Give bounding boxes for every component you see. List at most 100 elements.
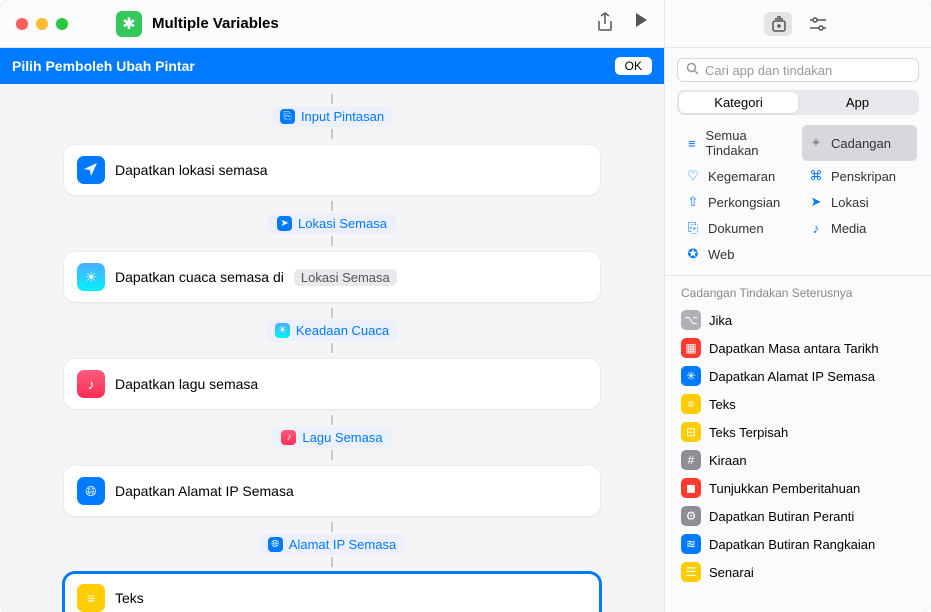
titlebar: ✱ Multiple Variables <box>0 0 664 48</box>
category-icon: ⎘ <box>685 220 701 236</box>
category-label: Lokasi <box>831 195 869 210</box>
action-text[interactable]: ≡ Teks Teks <box>64 573 600 612</box>
category-label: Kegemaran <box>708 169 775 184</box>
suggestion-icon: ⚙ <box>681 506 701 526</box>
suggestion-item[interactable]: ☰Senarai <box>675 558 921 586</box>
suggestion-item[interactable]: ⊟Teks Terpisah <box>675 418 921 446</box>
suggestion-item[interactable]: ⚙Dapatkan Butiran Peranti <box>675 502 921 530</box>
segment-control[interactable]: Kategori App <box>677 90 919 115</box>
suggestion-icon: ▦ <box>681 338 701 358</box>
window-title: Multiple Variables <box>152 15 279 32</box>
pill-label: Lagu Semasa <box>302 430 382 445</box>
category-icon: ≡ <box>685 136 699 151</box>
pill-label: Lokasi Semasa <box>298 216 387 231</box>
globe-icon: 🌐︎ <box>77 477 105 505</box>
action-label: Teks <box>115 590 144 606</box>
suggestion-label: Senarai <box>709 565 754 580</box>
suggestion-item[interactable]: ▦ Dapatkan Masa antara Tarikh <box>675 334 921 362</box>
search-input[interactable]: Cari app dan tindakan <box>677 58 919 82</box>
search-placeholder: Cari app dan tindakan <box>705 63 832 78</box>
suggestion-label: Dapatkan Alamat IP Semasa <box>709 369 875 384</box>
ok-button[interactable]: OK <box>615 57 652 75</box>
category-item[interactable]: ➤ Lokasi <box>802 191 917 213</box>
suggestion-item[interactable]: ✳ Dapatkan Alamat IP Semasa <box>675 362 921 390</box>
suggestion-icon: ≋ <box>681 534 701 554</box>
action-get-ip[interactable]: 🌐︎ Dapatkan Alamat IP Semasa <box>64 466 600 516</box>
categories-grid: ≡ Semua Tindakan ✦ Cadangan ♡Kegemaran ⌘ Pensk… <box>665 125 931 275</box>
category-item[interactable]: ⌘ Penskripan <box>802 165 917 187</box>
action-label: Dapatkan lagu semasa <box>115 376 258 392</box>
category-label: Semua Tindakan <box>706 128 788 158</box>
variable-pill-weather[interactable]: ☀ Keadaan Cuaca <box>266 320 398 341</box>
variable-pill-location[interactable]: ➤ Lokasi Semasa <box>268 213 396 234</box>
suggestion-label: Dapatkan Butiran Rangkaian <box>709 537 875 552</box>
suggestion-icon: ◼ <box>681 478 701 498</box>
variable-pill-ip[interactable]: 🌐︎ Alamat IP Semasa <box>259 534 405 555</box>
category-label: Web <box>708 247 735 262</box>
pill-label: Keadaan Cuaca <box>296 323 389 338</box>
category-icon: ♪ <box>808 221 824 236</box>
suggestion-item[interactable]: ≋ Dapatkan Butiran Rangkaian <box>675 530 921 558</box>
shortcut-app-icon: ✱ <box>116 11 142 37</box>
category-icon: ✦ <box>808 135 824 151</box>
category-item[interactable]: ⇧ Perkongsian <box>679 191 794 213</box>
suggestion-label: Teks <box>709 397 736 412</box>
category-label: Perkongsian <box>708 195 780 210</box>
action-get-location[interactable]: Dapatkan lokasi semasa <box>64 145 600 195</box>
variable-selection-bar: Pilih Pemboleh Ubah Pintar OK <box>0 48 664 84</box>
location-icon <box>77 156 105 184</box>
music-icon: ♪ <box>77 370 105 398</box>
suggestions-header: Cadangan Tindakan Seterusnya <box>665 275 931 306</box>
variable-bar-title: Pilih Pemboleh Ubah Pintar <box>12 58 195 74</box>
pill-label: Input Pintasan <box>301 109 384 124</box>
suggestion-icon: # <box>681 450 701 470</box>
variable-pill-input[interactable]: ⎘ Input Pintasan <box>271 106 393 127</box>
settings-tab-button[interactable] <box>804 12 832 36</box>
fullscreen-window-button[interactable] <box>56 18 68 30</box>
suggestion-label: Kiraan <box>709 453 747 468</box>
category-item[interactable]: ⎘ Dokumen <box>679 217 794 239</box>
variable-token-location[interactable]: Lokasi Semasa <box>294 269 397 286</box>
category-label: Penskripan <box>831 169 896 184</box>
run-button[interactable] <box>634 12 648 35</box>
minimize-window-button[interactable] <box>36 18 48 30</box>
share-button[interactable] <box>596 12 614 35</box>
category-item[interactable]: ♡Kegemaran <box>679 165 794 187</box>
action-label: Dapatkan Alamat IP Semasa <box>115 483 294 499</box>
variable-pill-song[interactable]: ♪ Lagu Semasa <box>272 427 391 448</box>
segment-app[interactable]: App <box>798 92 917 113</box>
category-label: Cadangan <box>831 136 891 151</box>
globe-small-icon: 🌐︎ <box>268 537 283 552</box>
workflow-canvas[interactable]: ⎘ Input Pintasan Dapatkan lokasi semasa … <box>0 84 664 612</box>
shortcut-input-icon: ⎘ <box>280 109 295 124</box>
suggestion-item[interactable]: ◼ Tunjukkan Pemberitahuan <box>675 474 921 502</box>
suggestion-icon: ✳ <box>681 366 701 386</box>
music-small-icon: ♪ <box>281 430 296 445</box>
category-icon: ⌘ <box>808 168 824 184</box>
suggestion-item[interactable]: ⌥Jika <box>675 306 921 334</box>
action-get-song[interactable]: ♪ Dapatkan lagu semasa <box>64 359 600 409</box>
category-item[interactable]: ≡ Semua Tindakan <box>679 125 794 161</box>
close-window-button[interactable] <box>16 18 28 30</box>
suggestions-list: ⌥Jika ▦ Dapatkan Masa antara Tarikh ✳ Dapatk… <box>665 306 931 586</box>
category-item[interactable]: ✪Web <box>679 243 794 265</box>
suggestion-icon: ⌥ <box>681 310 701 330</box>
category-item[interactable]: ✦ Cadangan <box>802 125 917 161</box>
action-get-weather[interactable]: ☀ Dapatkan cuaca semasa di Lokasi Semasa <box>64 252 600 302</box>
right-toolbar <box>665 0 931 48</box>
suggestion-icon: ⊟ <box>681 422 701 442</box>
weather-icon: ☀ <box>77 263 105 291</box>
segment-categories[interactable]: Kategori <box>679 92 798 113</box>
text-icon: ≡ <box>77 584 105 612</box>
suggestion-item[interactable]: ≡Teks <box>675 390 921 418</box>
category-label: Media <box>831 221 866 236</box>
category-icon: ⇧ <box>685 194 701 210</box>
suggestion-label: Tunjukkan Pemberitahuan <box>709 481 860 496</box>
library-tab-button[interactable] <box>764 12 792 36</box>
category-item[interactable]: ♪ Media <box>802 217 917 239</box>
category-icon: ➤ <box>808 194 824 210</box>
location-arrow-icon: ➤ <box>277 216 292 231</box>
suggestion-label: Dapatkan Masa antara Tarikh <box>709 341 879 356</box>
category-label: Dokumen <box>708 221 764 236</box>
suggestion-item[interactable]: # Kiraan <box>675 446 921 474</box>
